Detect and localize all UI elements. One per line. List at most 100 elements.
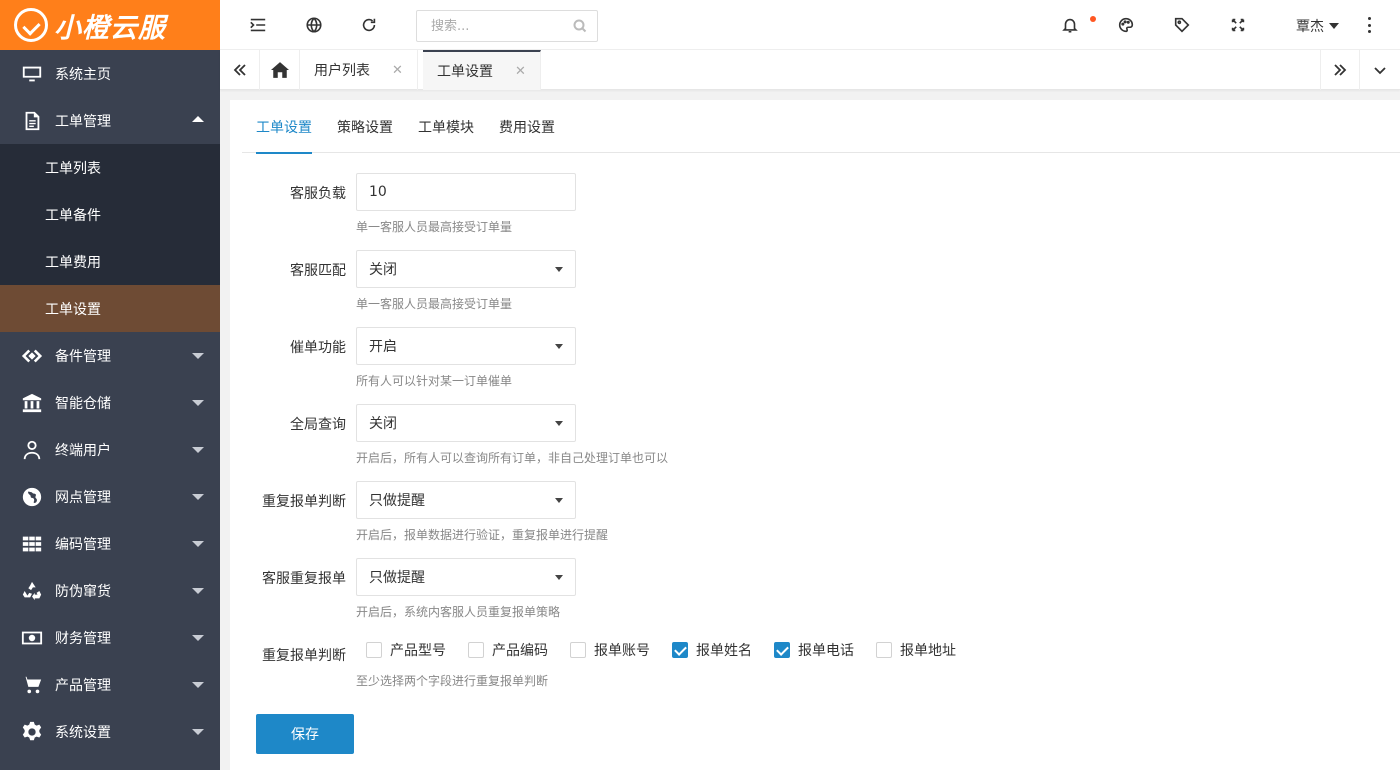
field-label: 客服负载	[290, 186, 346, 202]
subtab-strategy-settings[interactable]: 策略设置	[337, 100, 393, 153]
logo-icon	[14, 8, 48, 42]
refresh-icon[interactable]	[359, 15, 379, 35]
close-icon[interactable]: ✕	[515, 64, 526, 79]
sidebar-subitem-ticket-parts[interactable]: 工单备件	[0, 191, 220, 238]
cs-dup-select[interactable]: 只做提醒	[356, 558, 576, 596]
checkbox-box[interactable]	[774, 642, 790, 658]
dup-check-select[interactable]: 只做提醒	[356, 481, 576, 519]
sidebar-item-system-settings[interactable]: 系统设置	[0, 708, 220, 755]
bank-icon	[20, 391, 44, 415]
search-box[interactable]	[416, 10, 598, 42]
chevron-down-icon	[192, 682, 204, 688]
grid-icon	[20, 532, 44, 556]
sidebar-item-ticket-management[interactable]: 工单管理	[0, 97, 220, 144]
checkbox-box[interactable]	[468, 642, 484, 658]
checkbox-product-code[interactable]: 产品编码	[468, 640, 548, 660]
tabs-scroll-left-icon[interactable]	[220, 50, 260, 90]
globe-icon[interactable]	[304, 15, 324, 35]
field-hint: 所有人可以针对某一订单催单	[356, 374, 513, 388]
load-input[interactable]	[369, 184, 559, 200]
field-label: 客服重复报单	[262, 571, 346, 587]
checkbox-box[interactable]	[672, 642, 688, 658]
tabs-dropdown-icon[interactable]	[1360, 50, 1400, 90]
sidebar-item-parts[interactable]: 备件管理	[0, 332, 220, 379]
field-hint: 至少选择两个字段进行重复报单判断	[356, 674, 549, 688]
sidebar-item-finance[interactable]: 财务管理	[0, 614, 220, 661]
sidebar-item-end-users[interactable]: 终端用户	[0, 426, 220, 473]
sidebar-item-warehouse[interactable]: 智能仓储	[0, 379, 220, 426]
field-hint: 开启后，报单数据进行验证，重复报单进行提醒	[356, 528, 609, 542]
field-label: 重复报单判断	[262, 648, 346, 664]
chevron-down-icon	[555, 575, 563, 580]
sidebar-item-home[interactable]: 系统主页	[0, 50, 220, 97]
logo-text: 小橙云服	[54, 12, 166, 44]
checkbox-box[interactable]	[570, 642, 586, 658]
sidebar-item-anti-counterfeit[interactable]: 防伪窜货	[0, 567, 220, 614]
select-value: 关闭	[369, 416, 397, 432]
dup-fields-checkbox-group: 产品型号 产品编码 报单账号 报单姓名 报单电话 报单地址	[366, 640, 978, 660]
subtab-ticket-settings[interactable]: 工单设置	[256, 100, 312, 154]
settings-subtabs: 工单设置 策略设置 工单模块 费用设置	[242, 100, 1400, 154]
global-query-select[interactable]: 关闭	[356, 404, 576, 442]
checkbox-product-model[interactable]: 产品型号	[366, 640, 446, 660]
checkbox-label: 报单地址	[900, 643, 956, 659]
close-icon[interactable]: ✕	[392, 63, 403, 78]
sidebar-item-products[interactable]: 产品管理	[0, 661, 220, 708]
tabs-scroll-right-icon[interactable]	[1320, 50, 1360, 90]
tag-icon[interactable]	[1172, 15, 1192, 35]
bell-icon[interactable]	[1060, 15, 1080, 35]
sidebar-item-codes[interactable]: 编码管理	[0, 520, 220, 567]
checkbox-box[interactable]	[366, 642, 382, 658]
checkbox-report-address[interactable]: 报单地址	[876, 640, 956, 660]
chevron-down-icon	[555, 267, 563, 272]
select-value: 只做提醒	[369, 570, 425, 586]
palette-icon[interactable]	[1116, 15, 1136, 35]
urge-select[interactable]: 开启	[356, 327, 576, 365]
menu-indent-icon[interactable]	[248, 15, 268, 35]
diamond-arrows-icon	[20, 344, 44, 368]
user-name: 覃杰	[1296, 19, 1324, 35]
sidebar-item-label: 防伪窜货	[55, 583, 111, 600]
gear-icon	[20, 720, 44, 744]
sidebar-subitem-ticket-list[interactable]: 工单列表	[0, 144, 220, 191]
checkbox-report-phone[interactable]: 报单电话	[774, 640, 854, 660]
app-logo[interactable]: 小橙云服	[0, 0, 220, 50]
top-header: 覃杰	[220, 0, 1400, 50]
field-label: 催单功能	[290, 340, 346, 356]
sidebar-subitem-ticket-fees[interactable]: 工单费用	[0, 238, 220, 285]
load-field[interactable]	[356, 173, 576, 211]
tab-ticket-settings[interactable]: 工单设置 ✕	[423, 50, 541, 90]
checkbox-box[interactable]	[876, 642, 892, 658]
sidebar-item-label: 终端用户	[55, 442, 111, 459]
checkbox-label: 产品编码	[492, 643, 548, 659]
chevron-down-icon	[192, 400, 204, 406]
chevron-down-icon	[555, 344, 563, 349]
search-icon[interactable]	[573, 19, 587, 33]
more-vertical-icon[interactable]	[1368, 17, 1372, 33]
sidebar-subitem-ticket-settings[interactable]: 工单设置	[0, 285, 220, 332]
chevron-down-icon	[192, 494, 204, 500]
chevron-down-icon	[192, 635, 204, 641]
recycle-icon	[20, 579, 44, 603]
sidebar-item-label: 备件管理	[55, 348, 111, 365]
sidebar-item-label: 系统主页	[55, 66, 111, 83]
field-label: 客服匹配	[290, 263, 346, 279]
tab-user-list[interactable]: 用户列表 ✕	[300, 50, 418, 90]
sidebar-item-label: 产品管理	[55, 677, 111, 694]
main-content: 工单设置 策略设置 工单模块 费用设置 客服负载 单一客服人员最高接受订单量 客…	[230, 100, 1400, 770]
subtab-ticket-modules[interactable]: 工单模块	[418, 100, 474, 153]
checkbox-label: 产品型号	[390, 643, 446, 659]
monitor-icon	[20, 62, 44, 86]
match-select[interactable]: 关闭	[356, 250, 576, 288]
chevron-down-icon	[555, 421, 563, 426]
subtab-fee-settings[interactable]: 费用设置	[499, 100, 555, 153]
user-menu[interactable]: 覃杰	[1296, 16, 1339, 36]
sidebar-item-label: 财务管理	[55, 630, 111, 647]
search-input[interactable]	[417, 12, 567, 40]
fullscreen-icon[interactable]	[1228, 15, 1248, 35]
sidebar-item-outlets[interactable]: 网点管理	[0, 473, 220, 520]
home-tab-icon[interactable]	[260, 50, 300, 90]
checkbox-report-account[interactable]: 报单账号	[570, 640, 650, 660]
checkbox-report-name[interactable]: 报单姓名	[672, 640, 752, 660]
save-button[interactable]: 保存	[256, 714, 354, 754]
